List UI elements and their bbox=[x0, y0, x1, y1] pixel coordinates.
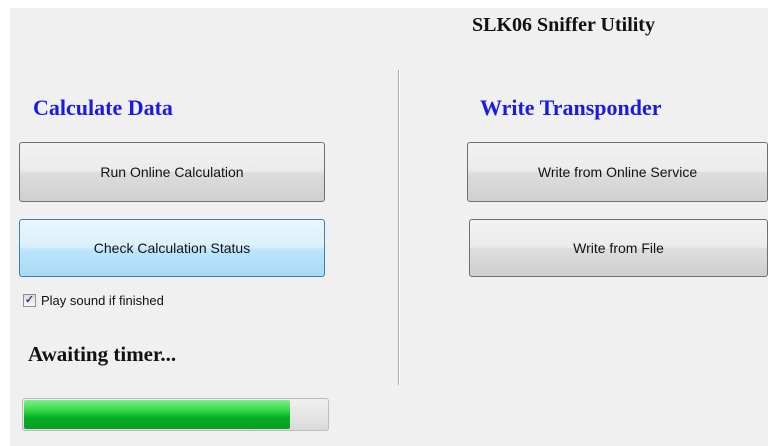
section-divider bbox=[398, 70, 399, 385]
write-transponder-heading: Write Transponder bbox=[480, 95, 662, 120]
app-title: SLK06 Sniffer Utility bbox=[472, 14, 655, 36]
progress-fill bbox=[24, 400, 291, 429]
calculate-data-heading: Calculate Data bbox=[33, 95, 173, 120]
write-from-online-service-button[interactable]: Write from Online Service bbox=[467, 142, 768, 202]
check-calculation-status-button[interactable]: Check Calculation Status bbox=[19, 219, 325, 277]
calculation-progress-bar bbox=[22, 398, 329, 431]
status-text: Awaiting timer... bbox=[28, 342, 177, 366]
play-sound-checkbox[interactable]: ✓ bbox=[23, 294, 36, 307]
run-online-calculation-button[interactable]: Run Online Calculation bbox=[19, 142, 325, 202]
play-sound-option[interactable]: ✓ Play sound if finished bbox=[23, 293, 164, 308]
write-from-file-button[interactable]: Write from File bbox=[469, 219, 768, 277]
play-sound-label: Play sound if finished bbox=[41, 293, 164, 308]
check-icon: ✓ bbox=[24, 294, 35, 306]
